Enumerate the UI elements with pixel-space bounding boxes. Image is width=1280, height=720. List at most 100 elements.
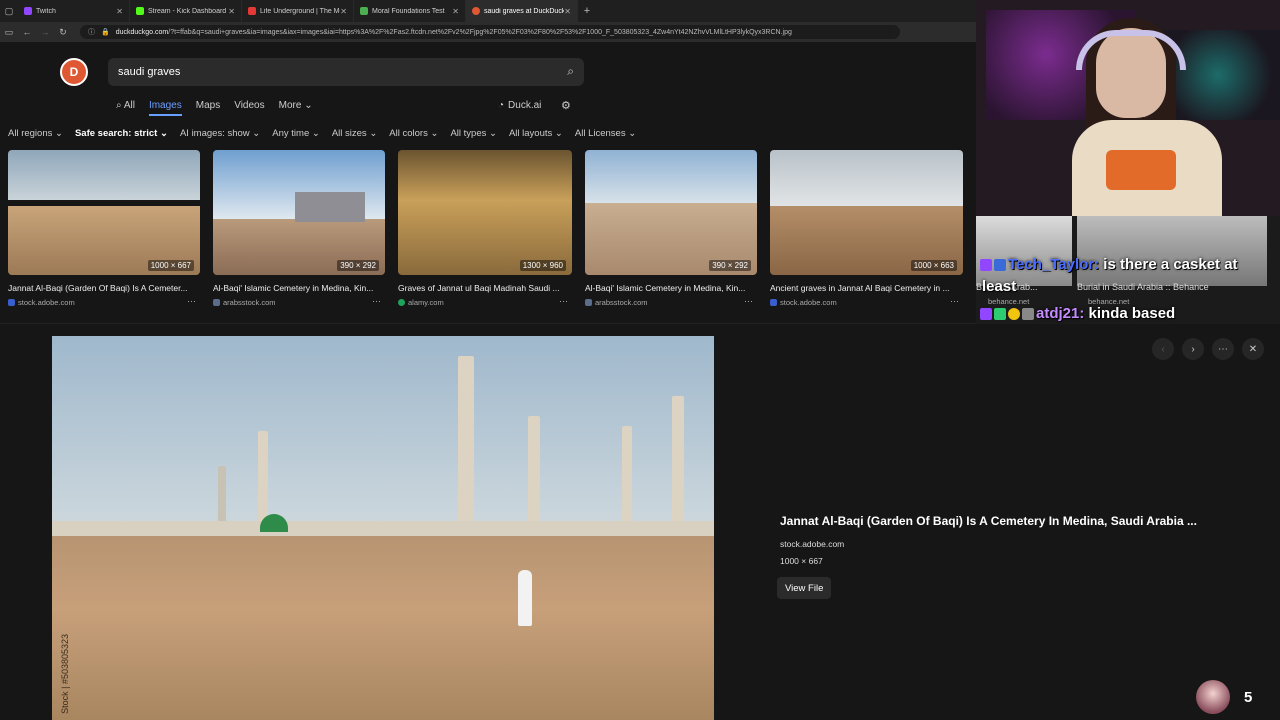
filter-time[interactable]: Any time ⌄ — [272, 128, 320, 139]
alamy-icon — [398, 299, 405, 306]
filter-regions[interactable]: All regions ⌄ — [8, 128, 63, 139]
filter-licenses[interactable]: All Licenses ⌄ — [575, 128, 636, 139]
chat-username: atdj21: — [1036, 305, 1085, 322]
chat-username: Tech_Taylor: — [1008, 256, 1100, 273]
tab-videos[interactable]: Videos — [234, 100, 264, 111]
image-result[interactable]: 1000 × 667 Jannat Al-Baqi (Garden Of Baq… — [8, 150, 200, 310]
result-thumbnail[interactable] — [1077, 216, 1267, 286]
result-source: stock.adobe.com — [18, 298, 75, 307]
tab-life-underground[interactable]: Life Underground | The Mole F ✕ — [242, 0, 354, 22]
search-icon[interactable]: ⌕ — [567, 64, 574, 79]
tab-actions-icon[interactable]: ▢ — [0, 6, 18, 17]
close-tab-icon[interactable]: ✕ — [340, 7, 347, 16]
url-host: duckduckgo.com — [115, 28, 169, 36]
image-dimensions: 1000 × 667 — [147, 260, 194, 271]
filter-types[interactable]: All types ⌄ — [450, 128, 497, 139]
chat-message: atdj21: kinda based — [980, 305, 1175, 322]
youtube-favicon-icon — [248, 7, 256, 15]
chat-overlay: B... audi Arab... Burial in Saudi Arabia… — [976, 216, 1280, 324]
back-icon[interactable]: ← — [18, 27, 36, 37]
browser-tab-bar: ▢ Twitch ✕ Stream - Kick Dashboard ✕ Lif… — [0, 0, 976, 22]
close-tab-icon[interactable]: ✕ — [116, 7, 123, 16]
avatar — [1196, 680, 1230, 714]
image-dimensions: 390 × 292 — [709, 260, 751, 271]
result-title[interactable]: Jannat Al-Baqi (Garden Of Baqi) Is A Cem… — [8, 283, 200, 293]
arabsstock-icon — [213, 299, 220, 306]
result-title[interactable]: Ancient graves in Jannat Al Baqi Cemeter… — [770, 283, 963, 293]
filter-layouts[interactable]: All layouts ⌄ — [509, 128, 563, 139]
duckai-link[interactable]: ◔ Duck.ai — [498, 96, 541, 114]
adobe-stock-icon — [8, 299, 15, 306]
tab-kick-dashboard[interactable]: Stream - Kick Dashboard ✕ — [130, 0, 242, 22]
more-options-icon[interactable]: ⋯ — [1212, 338, 1234, 360]
result-title[interactable]: Al-Baqi' Islamic Cemetery in Medina, Kin… — [585, 283, 757, 293]
subscriber-badge-icon — [980, 259, 992, 272]
result-title[interactable]: Al-Baqi' Islamic Cemetery in Medina, Kin… — [213, 283, 385, 293]
image-result[interactable]: 1000 × 663 Ancient graves in Jannat Al B… — [770, 150, 963, 310]
next-image-icon[interactable]: › — [1182, 338, 1204, 360]
site-info-icon[interactable]: ⓘ — [88, 27, 95, 37]
detail-dimensions: 1000 × 667 — [780, 556, 823, 566]
search-vertical-tabs: ⌕ All Images Maps Videos More ⌄ — [116, 96, 313, 116]
result-source: stock.adobe.com — [780, 298, 837, 307]
image-dimensions: 390 × 292 — [337, 260, 379, 271]
result-thumbnail[interactable]: 1000 × 663 — [770, 150, 963, 275]
new-tab-icon[interactable]: + — [578, 5, 596, 17]
adobe-stock-icon — [770, 299, 777, 306]
image-result[interactable]: 390 × 292 Al-Baqi' Islamic Cemetery in M… — [585, 150, 757, 310]
search-input[interactable]: saudi graves ⌕ — [108, 58, 584, 86]
emote-badge-icon — [1008, 308, 1020, 321]
tab-all[interactable]: ⌕ All — [116, 100, 135, 111]
filter-safe-search[interactable]: Safe search: strict ⌄ — [75, 128, 168, 139]
tab-duckduckgo[interactable]: saudi graves at DuckDuckGo ✕ — [466, 0, 578, 22]
image-result[interactable]: 1300 × 960 Graves of Jannat ul Baqi Madi… — [398, 150, 572, 310]
more-options-icon[interactable]: ⋯ — [372, 296, 381, 307]
detail-source[interactable]: stock.adobe.com — [780, 539, 844, 549]
sidebar-toggle-icon[interactable]: ▭ — [0, 27, 18, 38]
stock-watermark: Stock | #503805323 — [60, 634, 70, 714]
result-thumbnail[interactable]: 1300 × 960 — [398, 150, 572, 275]
lock-icon: 🔒 — [101, 29, 110, 36]
tab-label: Moral Foundations Test — [372, 7, 445, 15]
preview-image[interactable]: Stock | #503805323 — [52, 336, 714, 720]
more-options-icon[interactable]: ⋯ — [559, 296, 568, 307]
filter-colors[interactable]: All colors ⌄ — [389, 128, 438, 139]
result-thumbnail[interactable]: 390 × 292 — [585, 150, 757, 275]
result-thumbnail[interactable]: 390 × 292 — [213, 150, 385, 275]
view-file-button[interactable]: View File — [777, 577, 832, 599]
bits-badge-icon — [994, 308, 1006, 321]
previous-image-icon[interactable]: ‹ — [1152, 338, 1174, 360]
tab-label: Stream - Kick Dashboard — [148, 7, 227, 15]
forward-icon[interactable]: → — [36, 27, 54, 37]
image-dimensions: 1300 × 960 — [519, 260, 566, 271]
result-thumbnail[interactable] — [976, 216, 1072, 286]
more-options-icon[interactable]: ⋯ — [744, 296, 753, 307]
arabsstock-icon — [585, 299, 592, 306]
result-title[interactable]: Burial in Saudi Arabia :: Behance — [1077, 282, 1209, 292]
tab-images[interactable]: Images — [148, 100, 182, 116]
more-options-icon[interactable]: ⋯ — [950, 296, 959, 307]
twitch-favicon-icon — [24, 7, 32, 15]
tab-moral-foundations[interactable]: Moral Foundations Test ✕ — [354, 0, 466, 22]
preview-controls: ‹ › ⋯ ✕ — [1152, 338, 1264, 360]
tab-maps[interactable]: Maps — [196, 100, 220, 111]
tab-twitch[interactable]: Twitch ✕ — [18, 0, 130, 22]
result-title[interactable]: Graves of Jannat ul Baqi Madinah Saudi .… — [398, 283, 572, 293]
filter-ai-images[interactable]: AI images: show ⌄ — [180, 128, 260, 139]
detail-title[interactable]: Jannat Al-Baqi (Garden Of Baqi) Is A Cem… — [780, 514, 1197, 528]
close-tab-icon[interactable]: ✕ — [452, 7, 459, 16]
close-icon[interactable]: ✕ — [1242, 338, 1264, 360]
minaret-shape — [458, 356, 474, 536]
filter-sizes[interactable]: All sizes ⌄ — [332, 128, 377, 139]
more-options-icon[interactable]: ⋯ — [187, 296, 196, 307]
reload-icon[interactable]: ↻ — [54, 27, 72, 38]
image-result[interactable]: 390 × 292 Al-Baqi' Islamic Cemetery in M… — [213, 150, 385, 310]
gear-icon[interactable]: ⚙ — [561, 96, 571, 114]
result-source: arabsstock.com — [595, 298, 648, 307]
close-tab-icon[interactable]: ✕ — [564, 7, 571, 16]
tab-more[interactable]: More ⌄ — [279, 100, 313, 111]
result-thumbnail[interactable]: 1000 × 667 — [8, 150, 200, 275]
duckduckgo-logo-icon[interactable]: D — [60, 58, 88, 86]
close-tab-icon[interactable]: ✕ — [228, 7, 235, 16]
address-bar[interactable]: ⓘ 🔒 duckduckgo.com/?t=ffab&q=saudi+grave… — [80, 25, 900, 39]
